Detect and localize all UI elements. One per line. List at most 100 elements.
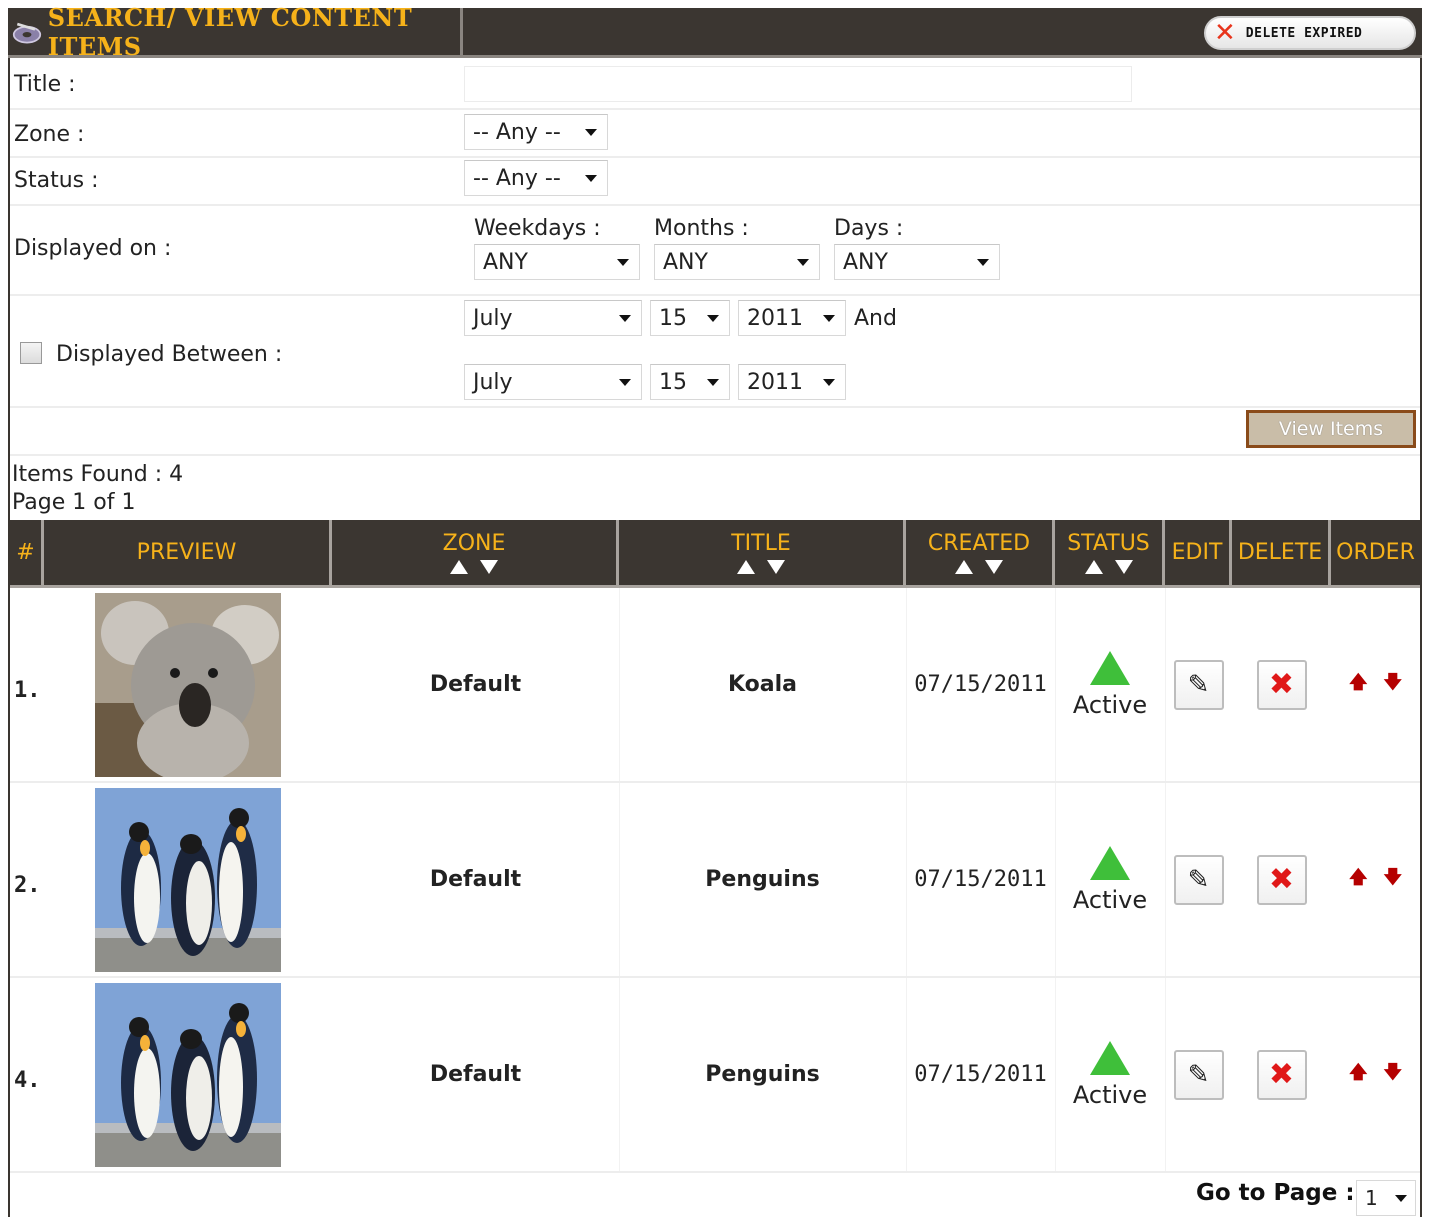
move-down-icon[interactable]: 🡇	[1384, 670, 1403, 700]
status-cell: Active	[1055, 978, 1166, 1171]
to-day-value: 15	[659, 369, 687, 395]
created-cell: 07/15/2011	[906, 783, 1056, 976]
from-month-select[interactable]: July	[464, 300, 642, 336]
title-cell: Penguins	[619, 783, 907, 976]
title-input[interactable]	[464, 66, 1132, 102]
move-up-icon[interactable]: 🡅	[1349, 1060, 1368, 1090]
days-select[interactable]: ANY	[834, 244, 1000, 280]
chevron-down-icon	[1395, 1195, 1407, 1202]
goto-page-value: 1	[1365, 1186, 1378, 1210]
status-toggle[interactable]: Active	[1072, 845, 1148, 914]
status-select[interactable]: -- Any --	[464, 160, 608, 196]
delete-button[interactable]: ✖	[1256, 659, 1307, 710]
to-year-select[interactable]: 2011	[738, 364, 846, 400]
move-up-icon[interactable]: 🡅	[1349, 670, 1368, 700]
col-edit-header: EDIT	[1165, 520, 1232, 585]
row-number: 2.	[14, 873, 41, 898]
col-zone-label: ZONE	[442, 531, 506, 556]
col-status-header: STATUS	[1055, 520, 1165, 585]
delete-expired-label: DELETE EXPIRED	[1245, 25, 1363, 41]
title-value: Koala	[727, 672, 797, 697]
from-year-value: 2011	[747, 305, 803, 331]
move-down-icon[interactable]: 🡇	[1384, 865, 1403, 895]
preview-cell	[44, 978, 332, 1171]
weekdays-select[interactable]: ANY	[474, 244, 640, 280]
created-cell: 07/15/2011	[906, 588, 1056, 781]
col-delete-header: DELETE	[1232, 520, 1331, 585]
sort-desc-icon[interactable]	[767, 560, 785, 574]
title-cell: Penguins	[619, 978, 907, 1171]
zone-value: Default	[429, 672, 522, 697]
move-down-icon[interactable]: 🡇	[1384, 1060, 1403, 1090]
to-day-select[interactable]: 15	[650, 364, 730, 400]
edit-button[interactable]: ✎	[1173, 659, 1224, 710]
status-value: Active	[1072, 885, 1148, 914]
chevron-down-icon	[707, 379, 719, 386]
delete-expired-button[interactable]: ✕ DELETE EXPIRED	[1204, 16, 1416, 50]
zone-label: Zone :	[14, 122, 85, 147]
col-status-label: STATUS	[1067, 531, 1150, 556]
sort-asc-icon[interactable]	[955, 560, 973, 574]
sort-asc-icon[interactable]	[737, 560, 755, 574]
col-title-header: TITLE	[619, 520, 906, 585]
preview-cell	[44, 588, 332, 781]
col-title-label: TITLE	[731, 531, 791, 556]
title-label: Title :	[14, 72, 76, 97]
penguins-thumbnail[interactable]	[95, 787, 281, 972]
delete-button[interactable]: ✖	[1256, 854, 1307, 905]
col-preview-label: PREVIEW	[136, 540, 237, 565]
from-day-select[interactable]: 15	[650, 300, 730, 336]
status-label: Status :	[14, 168, 99, 193]
from-year-select[interactable]: 2011	[738, 300, 846, 336]
sort-desc-icon[interactable]	[985, 560, 1003, 574]
months-select[interactable]: ANY	[654, 244, 820, 280]
zone-select-value: -- Any --	[473, 119, 561, 145]
col-created-label: CREATED	[927, 531, 1031, 556]
sort-asc-icon[interactable]	[450, 560, 468, 574]
edit-cell: ✎	[1165, 978, 1232, 1171]
delete-x-icon: ✖	[1268, 1056, 1295, 1092]
sort-desc-icon[interactable]	[1114, 560, 1133, 574]
status-value: Active	[1072, 1080, 1148, 1109]
goto-page-select[interactable]: 1	[1356, 1180, 1416, 1216]
col-preview-header: PREVIEW	[44, 520, 332, 585]
move-up-icon[interactable]: 🡅	[1349, 865, 1368, 895]
edit-button[interactable]: ✎	[1173, 1049, 1224, 1100]
close-icon: ✕	[1214, 18, 1236, 48]
koala-thumbnail[interactable]	[95, 592, 281, 777]
zone-value: Default	[429, 867, 522, 892]
status-toggle[interactable]: Active	[1072, 650, 1148, 719]
order-cell: 🡅 🡇	[1331, 978, 1420, 1171]
edit-button[interactable]: ✎	[1173, 854, 1224, 905]
chevron-down-icon	[619, 379, 631, 386]
delete-cell: ✖	[1232, 978, 1331, 1171]
edit-cell: ✎	[1165, 783, 1232, 976]
zone-select[interactable]: -- Any --	[464, 114, 608, 150]
status-toggle[interactable]: Active	[1072, 1040, 1148, 1109]
displayed-on-label: Displayed on :	[14, 236, 172, 261]
to-month-value: July	[473, 369, 513, 395]
col-order-header: ORDER	[1331, 520, 1420, 585]
status-value: Active	[1072, 690, 1148, 719]
col-number-label: #	[16, 540, 35, 565]
sort-asc-icon[interactable]	[1084, 560, 1103, 574]
page-info-text: Page 1 of 1	[12, 490, 136, 515]
penguins-thumbnail[interactable]	[95, 982, 281, 1167]
chevron-down-icon	[977, 259, 989, 266]
to-month-select[interactable]: July	[464, 364, 642, 400]
chevron-down-icon	[617, 259, 629, 266]
created-cell: 07/15/2011	[906, 978, 1056, 1171]
displayed-between-checkbox[interactable]	[20, 342, 42, 364]
sort-desc-icon[interactable]	[480, 560, 498, 574]
displayed-on-row: Displayed on : Weekdays : ANY Months : A…	[10, 206, 1420, 296]
delete-cell: ✖	[1232, 588, 1331, 781]
delete-button[interactable]: ✖	[1256, 1049, 1307, 1100]
delete-x-icon: ✖	[1268, 666, 1295, 702]
order-cell: 🡅 🡇	[1331, 588, 1420, 781]
panel-title-cell: SEARCH/ VIEW CONTENT ITEMS	[8, 3, 463, 61]
table-row: 2. Default Penguins 07/15/2011 Active ✎ …	[10, 783, 1420, 978]
view-items-button[interactable]: View Items	[1246, 410, 1416, 448]
results-table-header: # PREVIEW ZONE TITLE CREATED STATUS EDIT…	[10, 520, 1420, 588]
col-zone-header: ZONE	[332, 520, 619, 585]
row-number: 4.	[14, 1068, 41, 1093]
